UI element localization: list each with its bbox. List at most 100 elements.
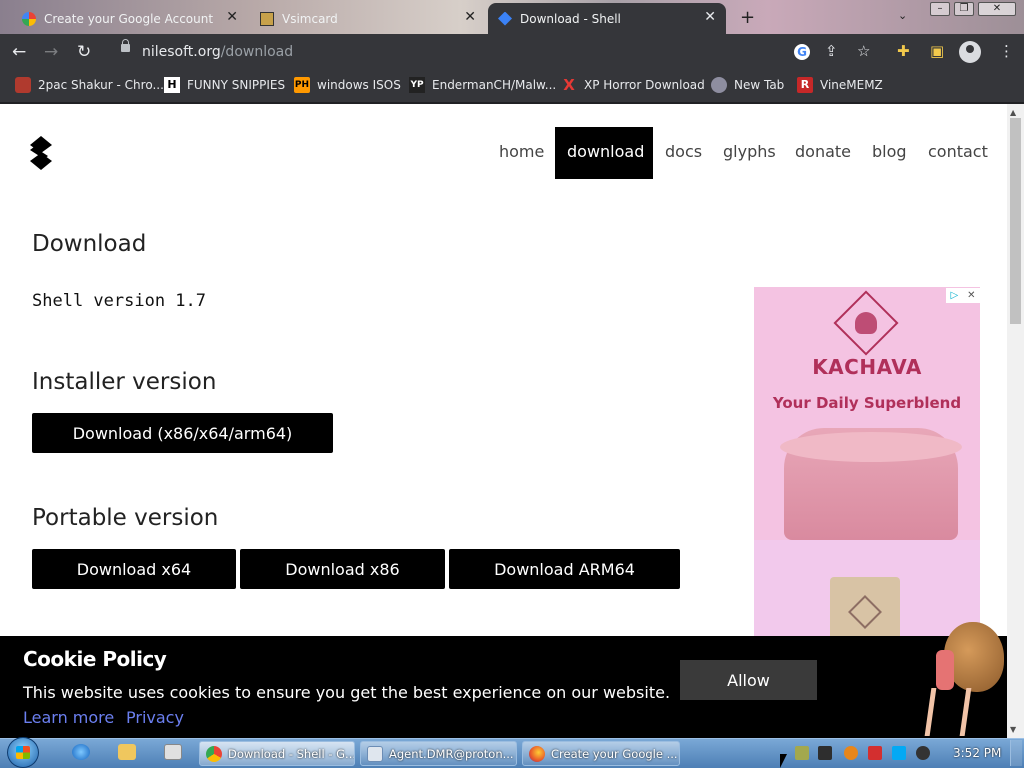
menu-kebab-icon[interactable]: ⋮ [999,42,1014,60]
bookmark-label: VineMEMZ [820,78,883,92]
scroll-up-icon[interactable]: ▲ [1010,108,1016,117]
forward-button[interactable]: → [44,42,58,62]
reload-button[interactable]: ↻ [77,42,91,62]
cookie-text: This website uses cookies to ensure you … [23,683,671,702]
lock-icon[interactable] [121,39,130,52]
bookmark-h-icon: H [164,77,180,93]
bookmark-item[interactable]: PH windows ISOS [294,77,401,93]
tray-search-icon[interactable] [844,746,858,760]
bookmark-newtab-icon [711,77,727,93]
nav-docs[interactable]: docs [665,142,702,161]
tray-flag-icon[interactable] [868,746,882,760]
tab-download-shell[interactable]: Download - Shell ✕ [488,3,726,34]
close-icon[interactable]: ✕ [704,9,716,25]
nav-blog[interactable]: blog [872,142,907,161]
allow-cookies-button[interactable]: Allow [680,660,817,700]
taskbar-item-label: Download - Shell - G... [228,746,355,761]
profile-avatar-icon[interactable] [959,41,981,63]
internet-explorer-icon[interactable] [72,744,90,760]
tray-display-icon[interactable] [892,746,906,760]
nav-home[interactable]: home [499,142,544,161]
close-icon[interactable]: ✕ [226,9,238,25]
bookmark-item[interactable]: 2pac Shakur - Chro... [15,77,164,93]
nilesoft-logo-icon[interactable] [30,136,52,170]
bookmark-r-icon: R [797,77,813,93]
ad-tagline: Your Daily Superblend [772,394,962,412]
page-title: Download [32,231,147,257]
taskbar-item-chrome[interactable]: Download - Shell - G... [199,741,355,766]
download-arm64-button[interactable]: Download ARM64 [449,549,680,589]
taskbar-item-label: Create your Google ... [551,746,678,761]
new-tab-button[interactable]: + [740,7,755,28]
download-installer-button[interactable]: Download (x86/x64/arm64) [32,413,333,453]
ad-choices-icon[interactable]: ▷ ✕ [946,288,980,303]
chrome-icon [206,745,222,762]
tray-volume-icon[interactable] [916,746,930,760]
show-desktop-button[interactable] [1010,740,1022,766]
bookmark-label: XP Horror Download [584,78,705,92]
download-x86-button[interactable]: Download x86 [240,549,445,589]
taskbar-clock[interactable]: 3:52 PM [953,746,1001,760]
cookie-title: Cookie Policy [23,647,167,671]
tab-title: Vsimcard [282,11,338,26]
google-lens-icon[interactable]: G [794,44,810,60]
nav-glyphs[interactable]: glyphs [723,142,776,161]
nav-contact[interactable]: contact [928,142,988,161]
bookmark-item[interactable]: R VineMEMZ [797,77,883,93]
bookmark-label: New Tab [734,78,785,92]
media-player-icon[interactable] [164,744,182,760]
bookmark-label: 2pac Shakur - Chro... [38,78,164,92]
tab-google-account[interactable]: Create your Google Account ✕ [12,3,248,34]
tab-title: Download - Shell [520,11,621,26]
bookmark-yp-icon: YP [409,77,425,93]
maximize-button[interactable]: ❐ [954,2,974,16]
scroll-thumb[interactable] [1010,118,1021,324]
simcard-icon [260,11,274,26]
close-window-button[interactable]: ✕ [978,2,1016,16]
scroll-down-icon[interactable]: ▼ [1010,725,1016,734]
bookmark-item[interactable]: New Tab [711,77,784,93]
google-icon [22,11,36,26]
taskbar-item-firefox[interactable]: Create your Google ... [522,741,680,766]
url-host: nilesoft.org [142,44,221,60]
bookmark-label: EndermanCH/Malw... [432,78,557,92]
url-text[interactable]: nilesoft.org/download [142,44,293,60]
nav-download[interactable]: download [567,142,644,161]
window-icon [367,745,383,762]
desktop-pet-legs [924,688,972,736]
extensions-icon[interactable]: ✚ [897,42,910,60]
shell-icon [498,11,512,26]
tray-network-icon[interactable] [818,746,832,760]
installer-heading: Installer version [32,369,217,395]
taskbar-item-label: Agent.DMR@proton... [389,746,514,761]
tab-search-icon[interactable]: ⌄ [898,9,907,22]
side-panel-icon[interactable]: ▣ [930,42,944,60]
close-icon[interactable]: ✕ [464,9,476,25]
download-x64-button[interactable]: Download x64 [32,549,236,589]
bookmark-label: windows ISOS [317,78,401,92]
tray-app-icon[interactable] [795,746,809,760]
minimize-button[interactable]: – [930,2,950,16]
back-button[interactable]: ← [12,42,26,62]
tab-title: Create your Google Account [44,11,214,26]
desktop-pet-body [936,650,954,690]
windows-logo-icon [16,746,30,759]
ad-brand: KACHAVA [812,355,922,379]
privacy-link[interactable]: Privacy [126,708,184,727]
nav-donate[interactable]: donate [795,142,851,161]
portable-heading: Portable version [32,505,219,531]
tab-vsimcard[interactable]: Vsimcard ✕ [250,3,486,34]
bookmark-star-icon[interactable]: ☆ [857,42,870,60]
ad-smoothie-top [780,432,962,462]
bookmark-item[interactable]: YP EndermanCH/Malw... [409,77,556,93]
learn-more-link[interactable]: Learn more [23,708,114,727]
mouse-cursor-icon [780,754,787,768]
bookmark-item[interactable]: H FUNNY SNIPPIES [164,77,285,93]
file-explorer-icon[interactable] [118,744,136,760]
bookmark-item[interactable]: X XP Horror Download [561,77,705,93]
share-icon[interactable]: ⇪ [825,42,838,60]
bookmark-x-icon: X [563,76,575,94]
bookmark-ph-icon: PH [294,77,310,93]
bookmark-2pac-icon [15,77,31,93]
taskbar-item-window[interactable]: Agent.DMR@proton... [360,741,517,766]
